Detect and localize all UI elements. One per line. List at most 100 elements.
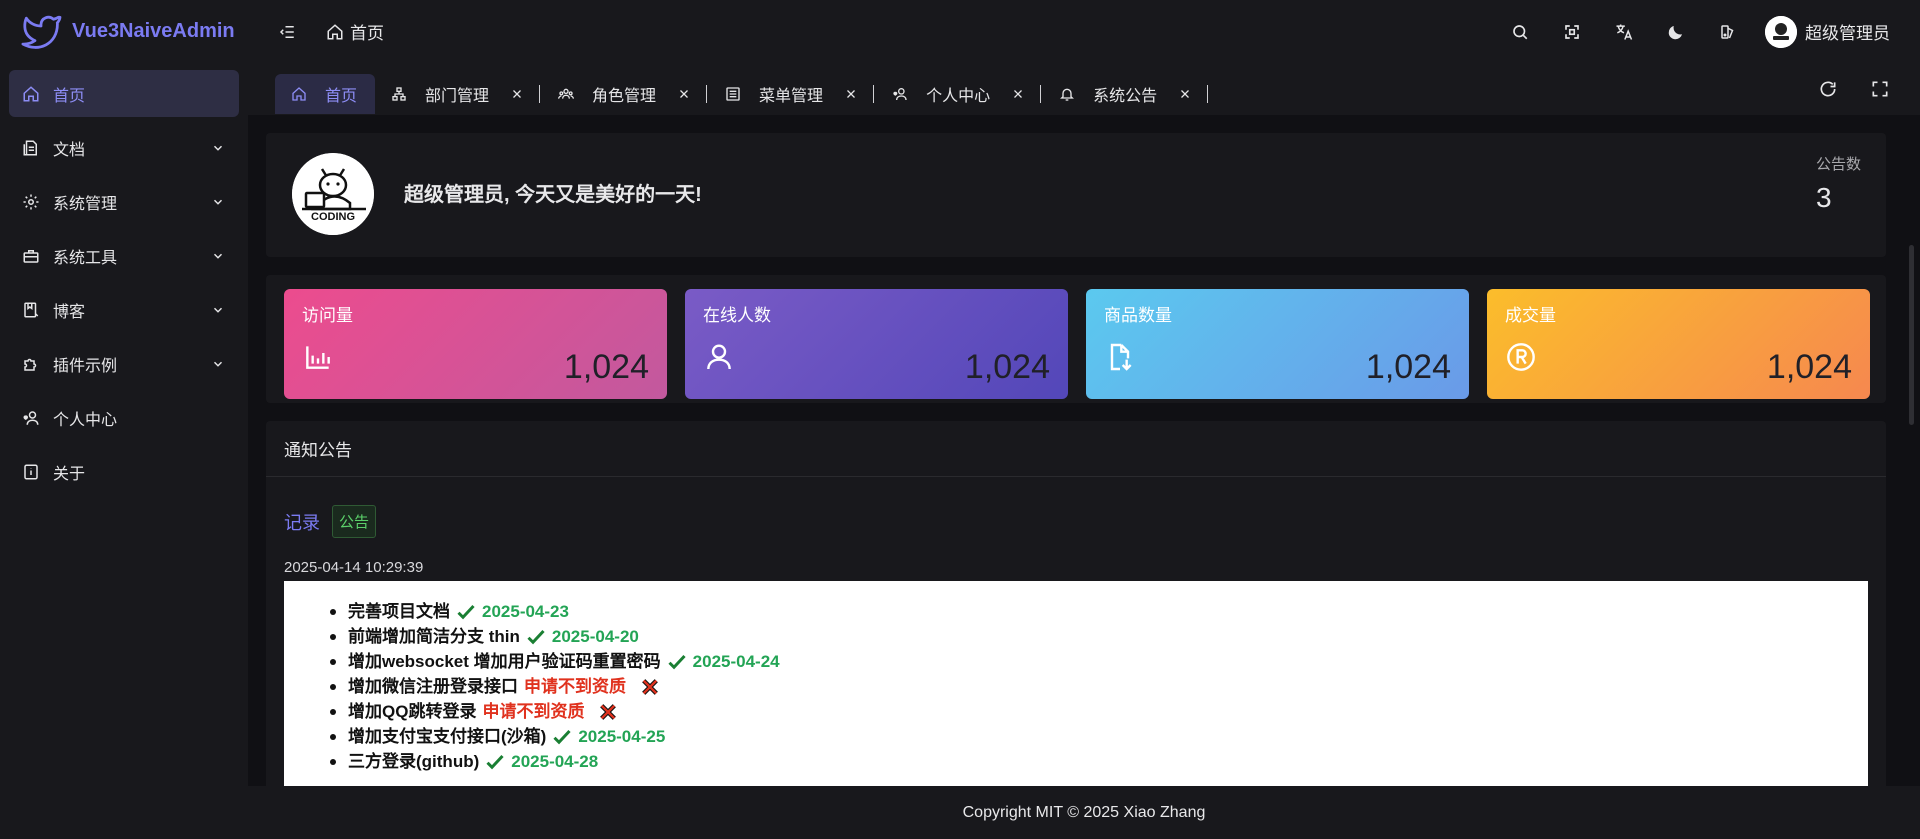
cross-icon (598, 702, 618, 722)
list-item: 增加微信注册登录接口 申请不到资质 (330, 674, 1868, 699)
dark-mode-icon[interactable] (1665, 21, 1687, 43)
sidebar-item-about[interactable]: 关于 (9, 448, 239, 495)
list-icon (726, 87, 740, 101)
breadcrumb[interactable]: 首页 (326, 19, 384, 44)
check-icon (667, 652, 687, 672)
record-content: 完善项目文档 2025-04-23 前端增加简洁分支 thin 2025-04-… (284, 581, 1868, 786)
tab-label: 菜单管理 (759, 88, 824, 105)
item-text: 增加微信注册登录接口 (348, 677, 518, 696)
chevron-down-icon (213, 307, 223, 313)
notice-panel-title: 通知公告 (266, 421, 1886, 477)
sidebar-item-tools[interactable]: 系统工具 (9, 232, 239, 279)
cross-icon (640, 677, 660, 697)
user-menu[interactable]: 超级管理员 (1765, 15, 1890, 48)
sidebar-item-blog[interactable]: 博客 (9, 286, 239, 333)
notice-count: 公告数 3 (1816, 153, 1861, 214)
bar-chart-icon (306, 346, 330, 369)
org-chart-icon (392, 87, 406, 101)
list-item: 增加支付宝支付接口(沙箱) 2025-04-25 (330, 724, 1868, 749)
stats-row: 访问量 1,024 在线人数 1,024 商品数量 1,024 成交量 1,02… (266, 275, 1886, 403)
notice-count-label: 公告数 (1815, 156, 1861, 173)
tab-menu[interactable]: 菜单管理 (709, 74, 871, 114)
tab-divider (1040, 85, 1042, 103)
item-date: 2025-04-25 (578, 727, 666, 746)
tab-label: 部门管理 (425, 88, 490, 105)
check-icon (456, 602, 476, 622)
theme-icon[interactable] (1717, 21, 1739, 43)
list-item: 增加websocket 增加用户验证码重置密码 2025-04-24 (330, 649, 1868, 674)
fullscreen-icon[interactable] (1561, 21, 1583, 43)
tab-label: 个人中心 (926, 88, 991, 105)
sidebar-item-profile[interactable]: 个人中心 (9, 394, 239, 441)
stat-value: 1,024 (1365, 348, 1451, 386)
header-actions: 超级管理员 (1479, 15, 1890, 48)
tab-profile[interactable]: 个人中心 (876, 74, 1038, 114)
sidebar-item-plugins[interactable]: 插件示例 (9, 340, 239, 387)
list-item: 三方登录(github) 2025-04-28 (330, 749, 1868, 774)
sidebar-item-label: 系统工具 (53, 249, 118, 267)
user-name: 超级管理员 (1805, 24, 1890, 43)
toolbox-icon (21, 246, 41, 266)
announcement-tag: 公告 (332, 505, 377, 538)
notice-count-value: 3 (1815, 182, 1832, 213)
bird-logo-icon (20, 13, 62, 51)
stat-title: 在线人数 (703, 306, 771, 325)
stat-card-products: 商品数量 1,024 (1086, 289, 1469, 399)
tab-actions (1818, 79, 1890, 99)
translate-icon[interactable] (1613, 21, 1635, 43)
chevron-down-icon (213, 199, 223, 205)
user-heart-icon (21, 408, 41, 428)
tab-divider (1207, 85, 1209, 103)
item-text: 前端增加简洁分支 thin (348, 627, 520, 646)
item-date: 2025-04-20 (551, 627, 639, 646)
sidebar-item-docs[interactable]: 文档 (9, 124, 239, 171)
sidebar-item-label: 首页 (53, 87, 86, 105)
chevron-down-icon (213, 145, 223, 151)
item-date: 2025-04-28 (511, 752, 599, 771)
tab-department[interactable]: 部门管理 (375, 74, 537, 114)
tab-role[interactable]: 角色管理 (542, 74, 704, 114)
sidebar-item-label: 个人中心 (53, 411, 118, 429)
stat-title: 成交量 (1505, 306, 1556, 325)
close-icon[interactable] (511, 88, 523, 100)
record-timestamp: 2025-04-14 10:29:39 (284, 559, 424, 576)
bell-icon (1060, 88, 1075, 101)
stat-title: 商品数量 (1104, 306, 1172, 325)
scrollbar[interactable] (1909, 245, 1914, 425)
group-icon (558, 88, 575, 99)
sidebar-item-home[interactable]: 首页 (9, 70, 239, 117)
tab-divider (873, 85, 875, 103)
close-icon[interactable] (1012, 88, 1024, 100)
tab-bar: 首页 部门管理 角色管理 菜单管理 个人中心 系统公告 (275, 73, 1920, 115)
tab-divider (706, 85, 708, 103)
close-icon[interactable] (678, 88, 690, 100)
stat-value: 1,024 (1766, 348, 1852, 386)
avatar (1765, 15, 1797, 48)
item-text: 增加支付宝支付接口(沙箱) (348, 727, 547, 746)
search-icon[interactable] (1509, 21, 1531, 43)
home-icon (21, 84, 41, 104)
item-text: 完善项目文档 (348, 602, 450, 621)
record-link[interactable]: 记录 (284, 509, 320, 535)
home-icon (292, 87, 306, 101)
tab-label: 系统公告 (1093, 88, 1158, 105)
menu-collapse-icon[interactable] (278, 23, 296, 41)
check-icon (526, 627, 546, 647)
blog-icon (21, 300, 41, 320)
close-icon[interactable] (1179, 88, 1191, 100)
tab-announcement[interactable]: 系统公告 (1043, 74, 1205, 114)
tab-home[interactable]: 首页 (275, 74, 376, 114)
sidebar-item-label: 关于 (53, 465, 86, 483)
sidebar-item-label: 博客 (53, 303, 86, 321)
sidebar-item-system[interactable]: 系统管理 (9, 178, 239, 225)
logo[interactable]: Vue3NaiveAdmin (0, 0, 248, 63)
item-text: 增加websocket 增加用户验证码重置密码 (348, 652, 661, 671)
gear-icon (21, 192, 41, 212)
check-icon (485, 752, 505, 772)
refresh-icon[interactable] (1818, 79, 1838, 99)
close-icon[interactable] (845, 88, 857, 100)
maximize-icon[interactable] (1870, 79, 1890, 99)
item-note: 申请不到资质 (524, 677, 626, 696)
item-note: 申请不到资质 (482, 702, 585, 721)
sidebar-item-label: 系统管理 (53, 195, 118, 213)
